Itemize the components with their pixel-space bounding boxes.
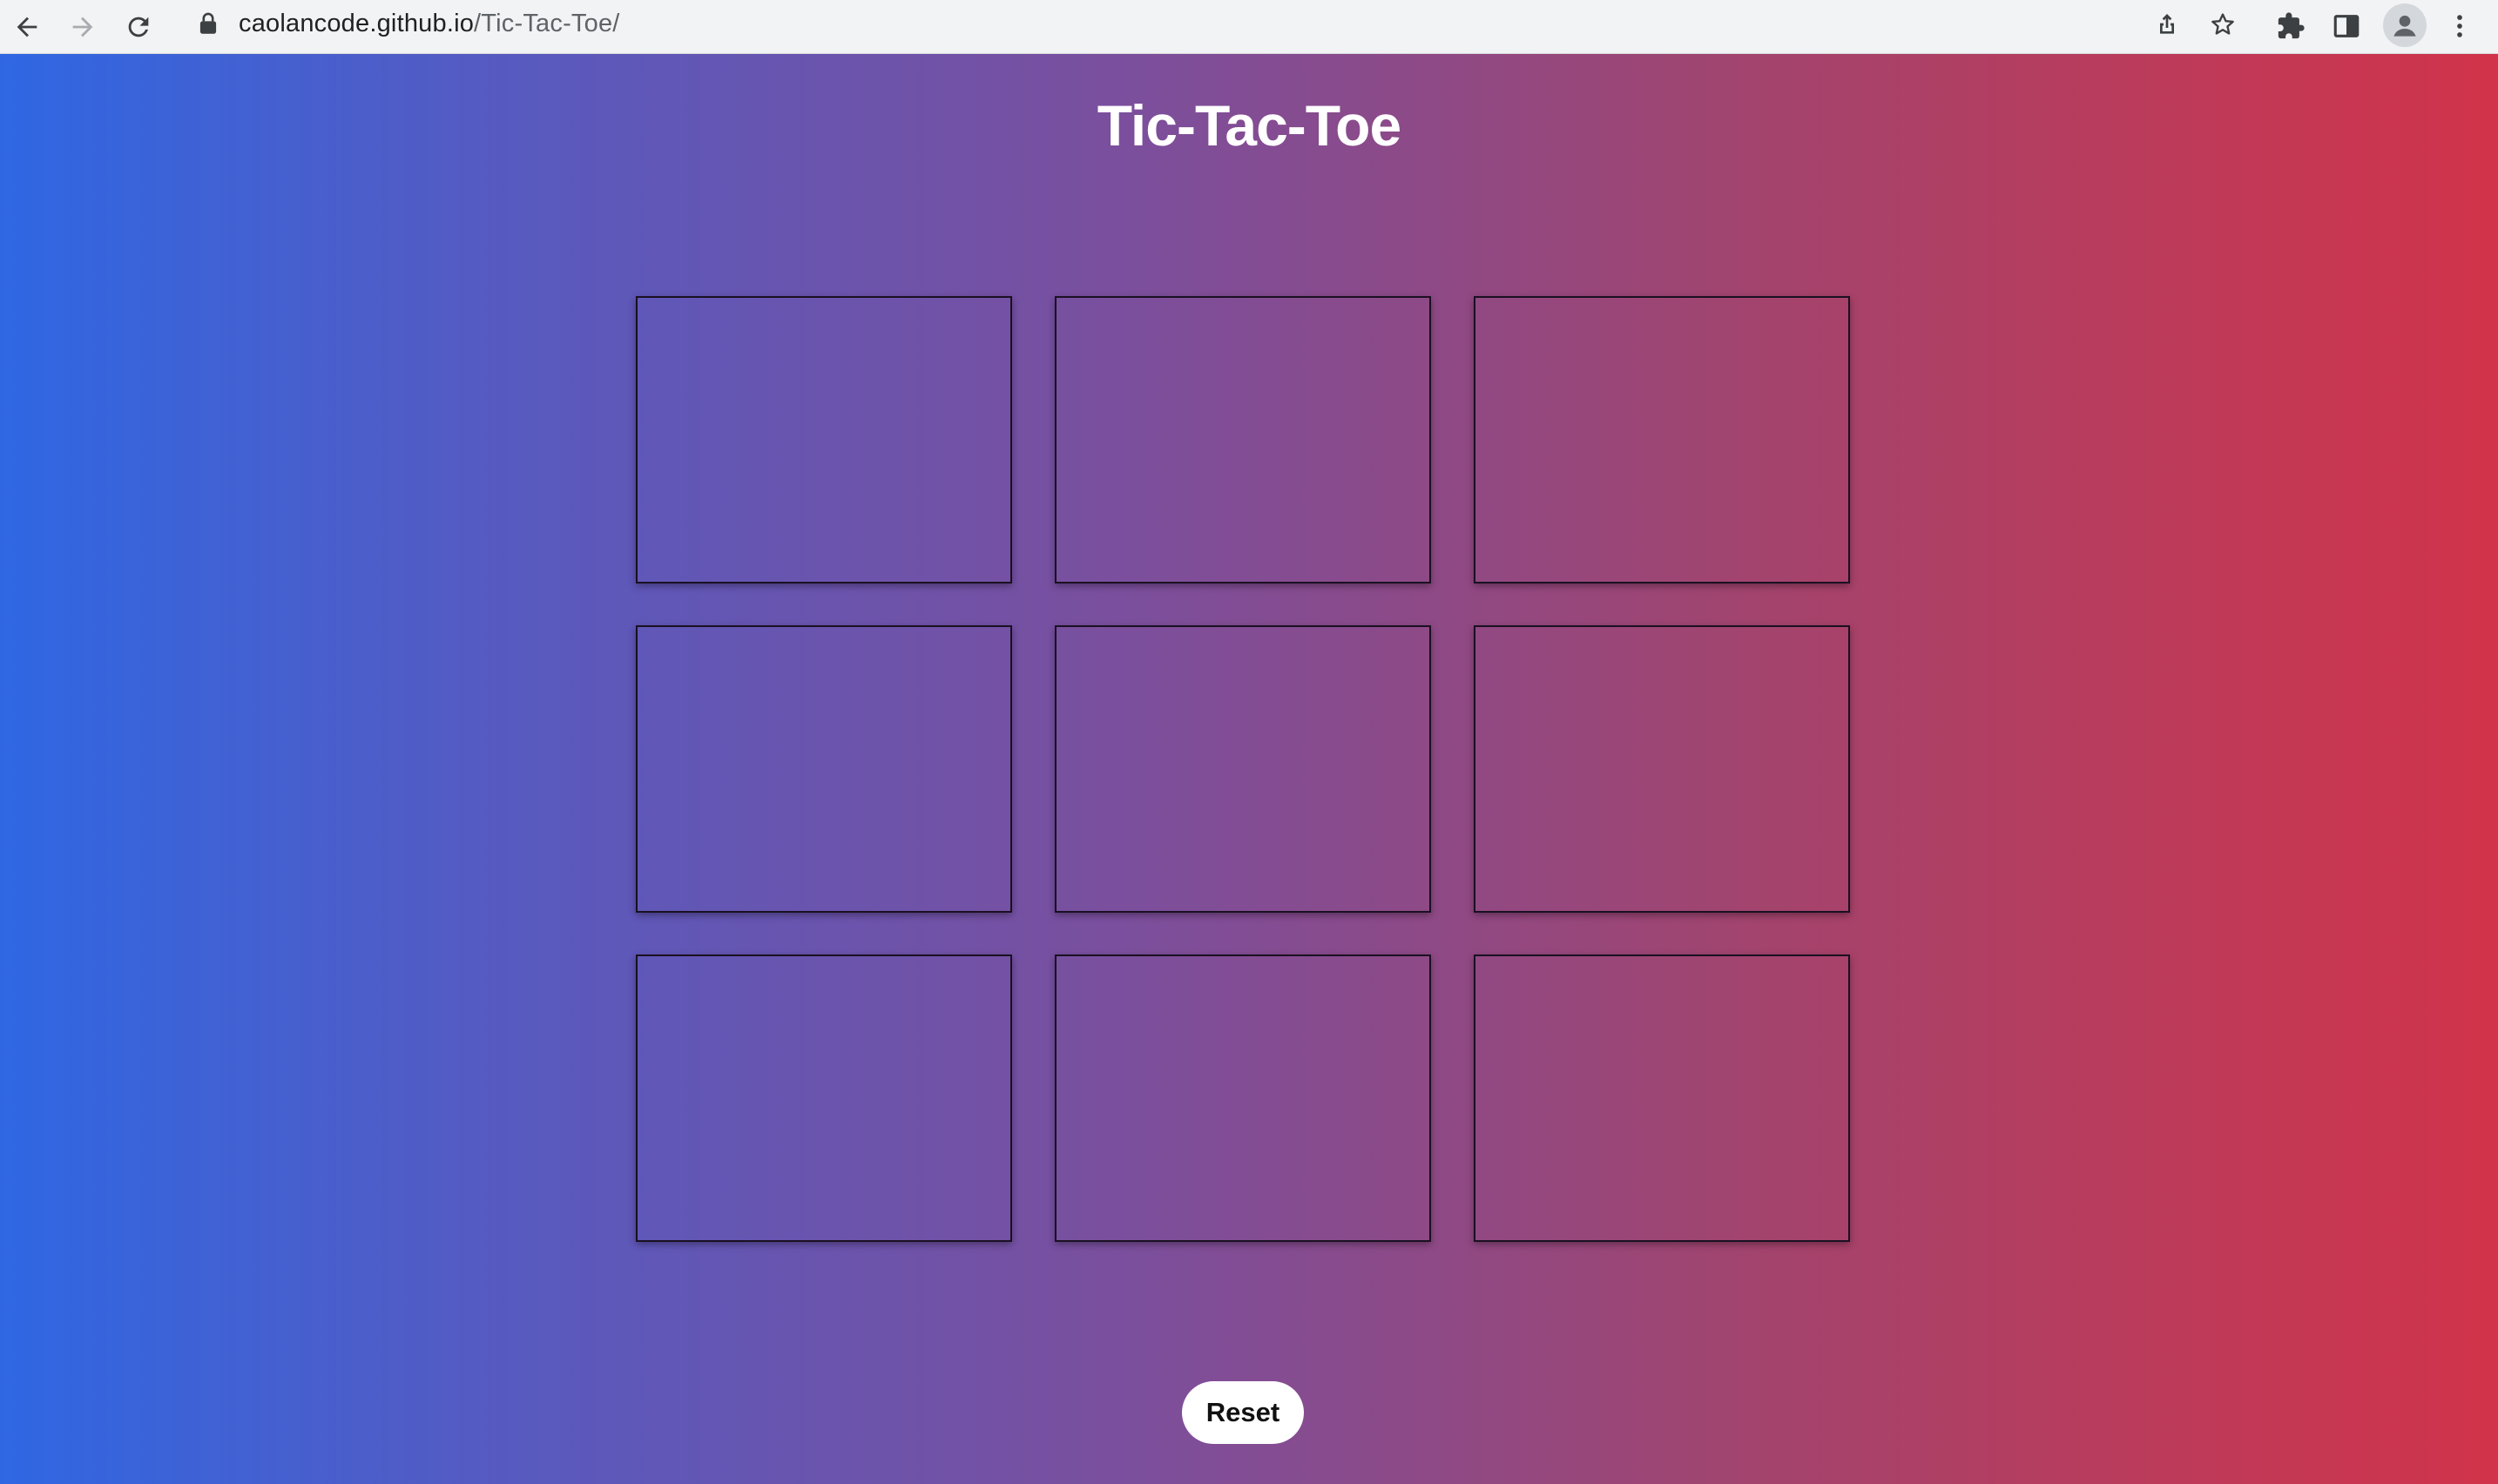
back-icon[interactable] [7, 7, 47, 47]
side-panel-icon[interactable] [2326, 5, 2367, 47]
board-cell-8[interactable] [1055, 954, 1431, 1242]
extensions-icon[interactable] [2270, 5, 2312, 47]
menu-icon[interactable] [2439, 5, 2481, 47]
address-bar[interactable]: caolancode.github.io/Tic-Tac-Toe/ [181, 0, 2252, 47]
url-host: caolancode.github.io [239, 9, 475, 37]
game-board [636, 296, 1850, 1242]
board-cell-9[interactable] [1474, 954, 1850, 1242]
board-cell-6[interactable] [1474, 625, 1850, 913]
board-cell-5[interactable] [1055, 625, 1431, 913]
reload-icon[interactable] [118, 7, 159, 47]
page-title: Tic-Tac-Toe [1097, 93, 1401, 158]
url-text[interactable]: caolancode.github.io/Tic-Tac-Toe/ [239, 10, 620, 38]
profile-icon[interactable] [2383, 3, 2427, 47]
board-cell-2[interactable] [1055, 296, 1431, 583]
board-cell-3[interactable] [1474, 296, 1850, 583]
game-page: Tic-Tac-Toe Reset [0, 54, 2498, 1484]
bookmark-star-icon[interactable] [2204, 5, 2242, 44]
lock-icon[interactable] [199, 12, 218, 35]
share-icon[interactable] [2148, 5, 2186, 44]
board-cell-7[interactable] [636, 954, 1012, 1242]
reset-button[interactable]: Reset [1182, 1381, 1304, 1444]
browser-toolbar: caolancode.github.io/Tic-Tac-Toe/ [0, 0, 2498, 54]
board-cell-4[interactable] [636, 625, 1012, 913]
forward-icon[interactable] [63, 7, 103, 47]
board-cell-1[interactable] [636, 296, 1012, 583]
url-path: /Tic-Tac-Toe/ [474, 9, 620, 37]
